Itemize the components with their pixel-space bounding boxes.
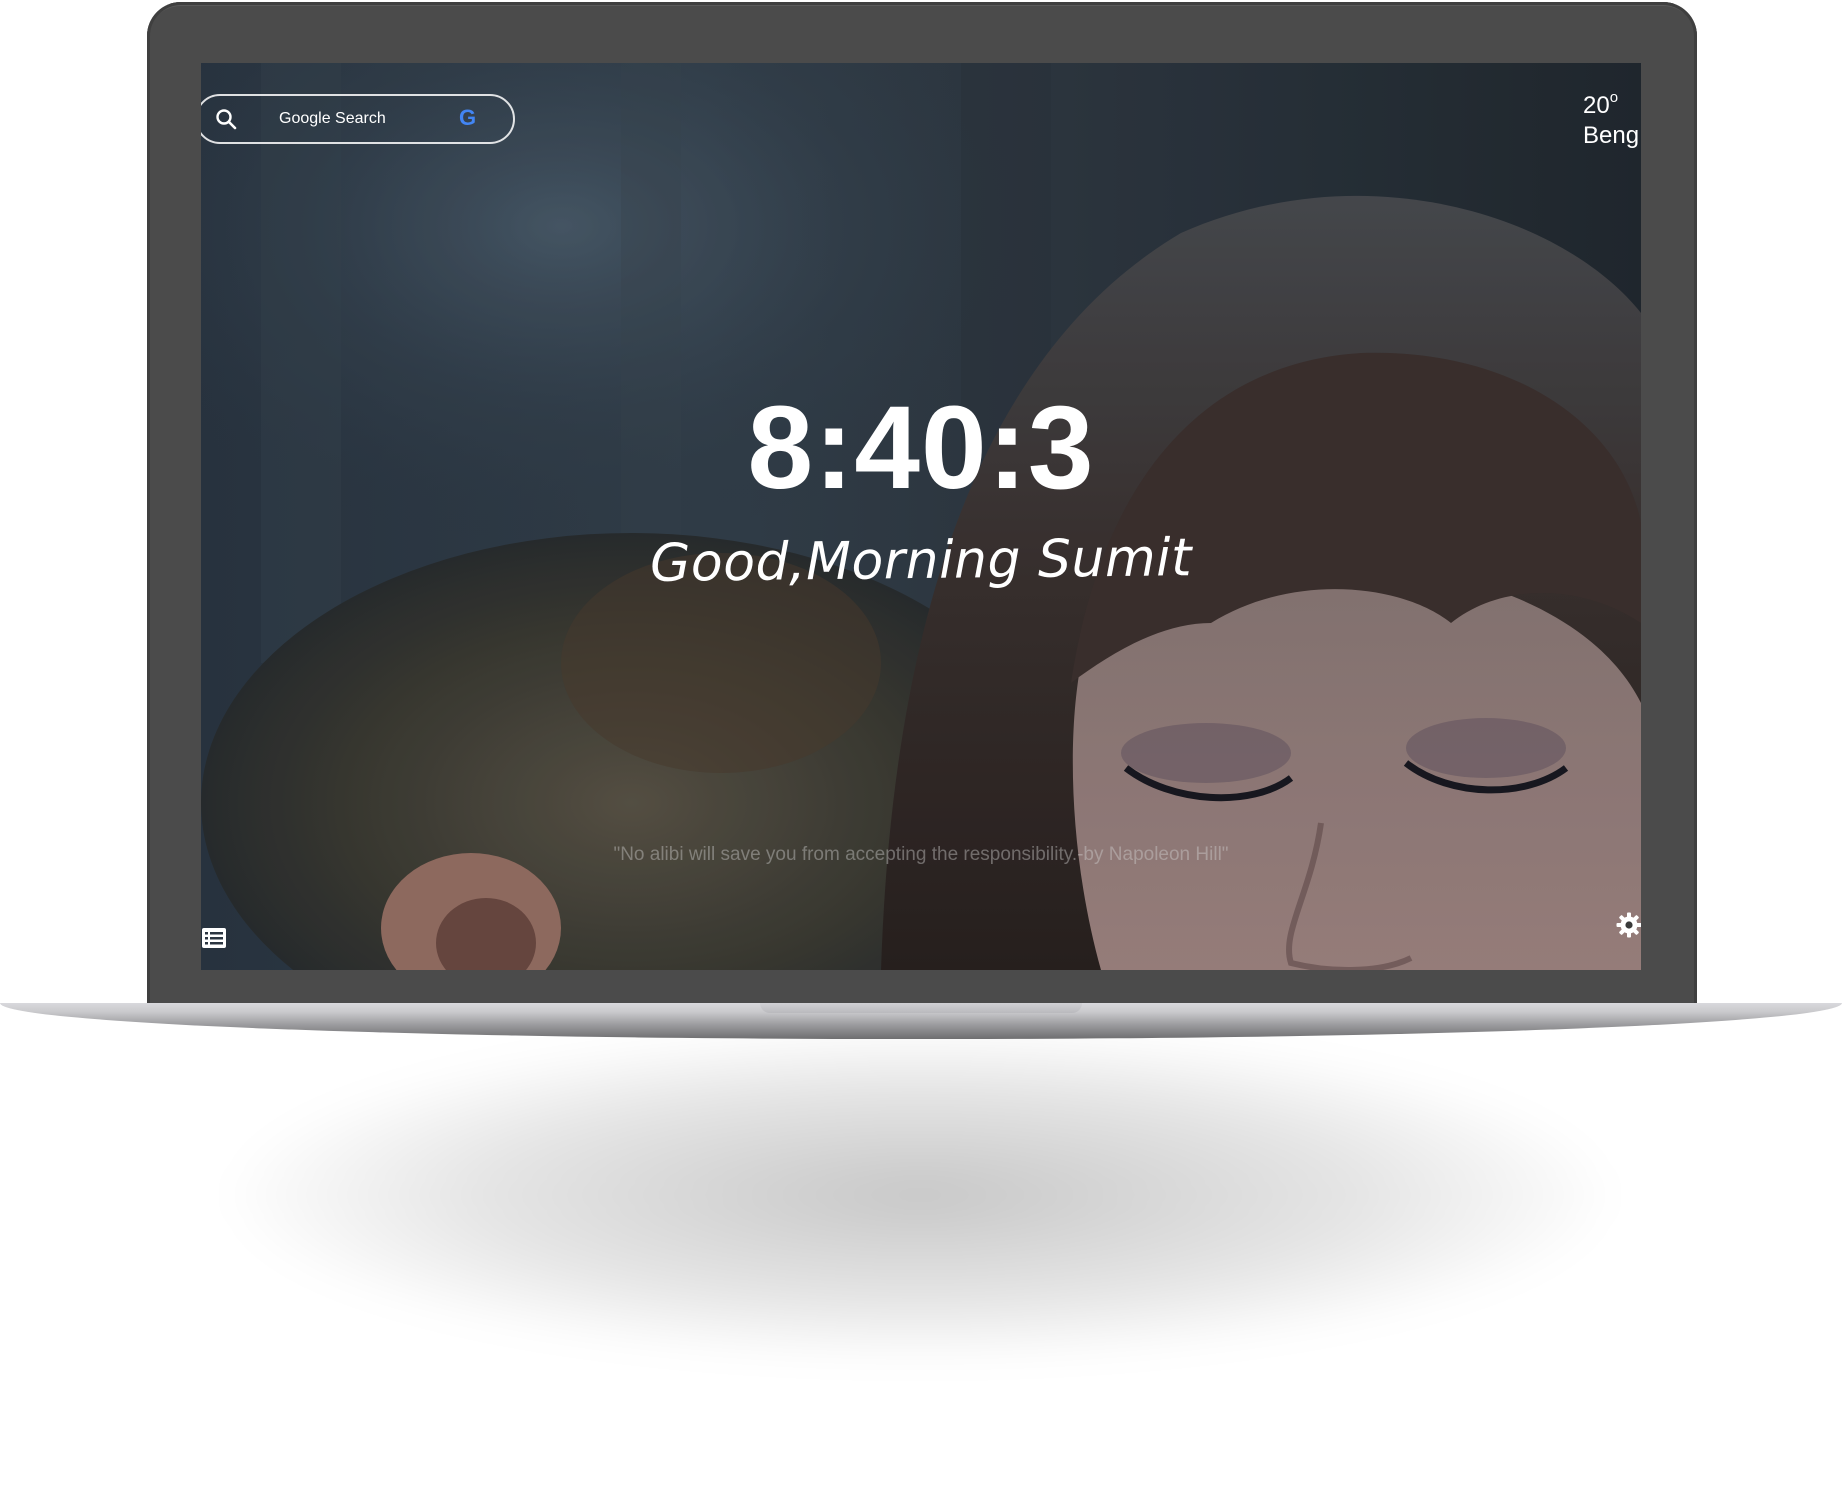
weather-city: Beng — [1583, 122, 1640, 149]
degree-symbol: o — [1609, 89, 1619, 106]
laptop-mockup: Google Search G 20o Beng 8:40:3 Good,Mor… — [0, 0, 1842, 1493]
wallpaper-dim-overlay — [201, 63, 1641, 970]
browser-new-tab-screen: Google Search G 20o Beng 8:40:3 Good,Mor… — [201, 63, 1641, 970]
floor-shadow — [230, 1030, 1610, 1360]
search-icon — [216, 109, 237, 130]
clock-time: 8:40:3 — [747, 382, 1095, 514]
gear-icon[interactable] — [1615, 911, 1641, 939]
quote-text: "No alibi will save you from accepting t… — [613, 844, 1229, 865]
weather-temperature-line: 20o — [1583, 83, 1639, 121]
search-label: Google Search — [279, 110, 386, 127]
google-g-icon[interactable]: G — [459, 105, 476, 131]
google-search-box[interactable]: Google Search G — [201, 94, 515, 144]
weather-widget[interactable]: 20o Beng — [1583, 83, 1639, 151]
weather-temperature: 20 — [1583, 92, 1610, 119]
laptop-base-notch — [760, 1003, 1082, 1013]
list-icon[interactable] — [201, 927, 227, 949]
